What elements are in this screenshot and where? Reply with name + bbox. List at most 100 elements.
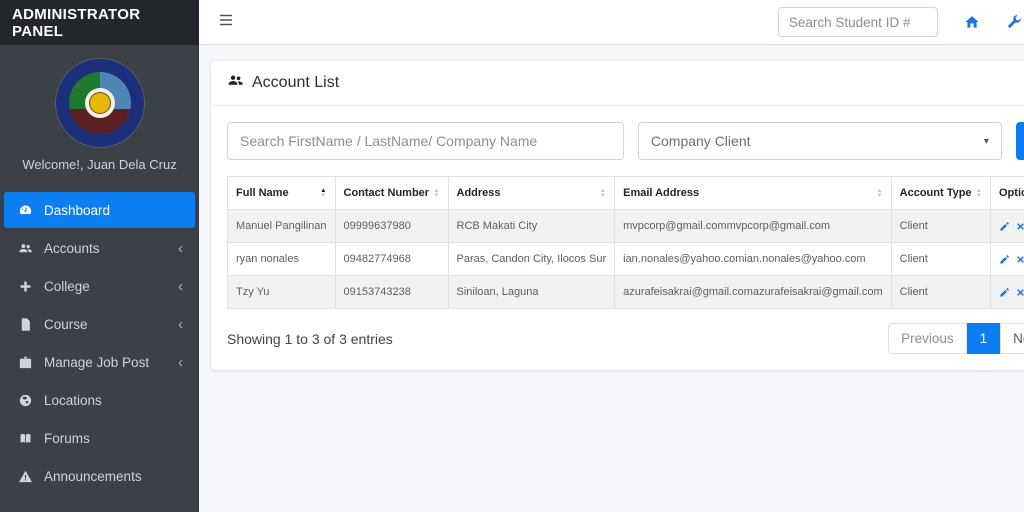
edit-pencil-icon[interactable]: [999, 254, 1010, 265]
chevron-left-icon: ‹: [178, 239, 183, 257]
delete-x-icon[interactable]: [1015, 221, 1024, 232]
sidebar-item-label: Forums: [44, 430, 90, 446]
home-icon[interactable]: [964, 14, 980, 30]
filter-row: Company Client ▾: [211, 106, 1024, 176]
sidebar-item-forums[interactable]: Forums: [4, 420, 195, 456]
brand-title: ADMINISTRATOR PANEL: [0, 0, 199, 45]
cell-account-type: Client: [890, 209, 992, 243]
briefcase-icon: [14, 355, 36, 370]
cell-address: RCB Makati City: [447, 209, 616, 243]
column-header-address[interactable]: Address ▲ ▼: [447, 176, 616, 210]
sidebar-item-locations[interactable]: Locations: [4, 382, 195, 418]
cell-email: ian.nonales@yahoo.comian.nonales@yahoo.c…: [614, 242, 892, 276]
table-row: Manuel Pangilinan 09999637980 RCB Makati…: [227, 209, 1024, 243]
table-row: Tzy Yu 09153743238 Siniloan, Laguna azur…: [227, 275, 1024, 309]
topbar-right: [777, 7, 1024, 37]
seal-inner: [68, 72, 131, 134]
cell-email: azurafeisakrai@gmail.comazurafeisakrai@g…: [614, 275, 892, 309]
sidebar-item-announcements[interactable]: Announcements: [4, 458, 195, 494]
sort-icon: ▲ ▼: [433, 187, 440, 199]
seal-core: [88, 92, 111, 114]
seal-center-ring: [84, 88, 115, 118]
users-icon: [14, 241, 36, 256]
sort-icon: ▲ ▼: [599, 187, 607, 199]
sidebar-item-label: Locations: [44, 392, 102, 408]
column-header-full-name[interactable]: Full Name ▲ ▼: [227, 176, 336, 210]
cell-address: Paras, Candon City, Ilocos Sur: [447, 242, 616, 276]
edit-pencil-icon[interactable]: [999, 287, 1010, 298]
accounts-table-wrap: Full Name ▲ ▼ Contact Number ▲ ▼ Address ▲ ▼ E…: [211, 176, 1024, 309]
chevron-left-icon: ‹: [178, 277, 183, 295]
delete-x-icon[interactable]: [1015, 254, 1024, 265]
topbar: [199, 0, 1024, 45]
sidebar-item-label: Manage Job Post: [44, 354, 150, 370]
file-icon: [14, 317, 36, 332]
university-seal-logo: [55, 59, 144, 147]
delete-x-icon[interactable]: [1015, 287, 1024, 298]
pagination: Previous 1 Next: [888, 323, 1024, 354]
sidebar-item-course[interactable]: Course ‹: [4, 306, 195, 342]
pagination-previous-button[interactable]: Previous: [888, 323, 967, 354]
table-row: ryan nonales 09482774968 Paras, Candon C…: [227, 242, 1024, 276]
sidebar-item-label: Dashboard: [44, 202, 111, 218]
search-button[interactable]: [1015, 122, 1024, 160]
card-header: Account List: [211, 61, 1024, 106]
tachometer-icon: [14, 203, 36, 218]
cell-full-name: Tzy Yu: [227, 275, 336, 309]
table-header-row: Full Name ▲ ▼ Contact Number ▲ ▼ Address ▲ ▼ E…: [227, 176, 1024, 210]
sidebar-item-label: Accounts: [44, 240, 100, 256]
card-footer: Showing 1 to 3 of 3 entries Previous 1 N…: [211, 309, 1024, 370]
column-header-account-type[interactable]: Account Type ▲ ▼: [890, 176, 992, 210]
account-type-select[interactable]: Company Client ▾: [637, 122, 1002, 160]
content: Account List Company Client ▾ Full Name▲…: [199, 45, 1024, 512]
cell-contact: 09999637980: [334, 209, 449, 243]
cell-address: Siniloan, Laguna: [447, 275, 616, 309]
chevron-down-icon: ▾: [983, 135, 989, 147]
accounts-table: Full Name ▲ ▼ Contact Number ▲ ▼ Address ▲ ▼ E…: [227, 176, 1024, 309]
cell-contact: 09153743238: [334, 275, 449, 309]
sidebar-item-college[interactable]: College ‹: [4, 268, 195, 304]
cell-account-type: Client: [890, 242, 992, 276]
sidebar-item-manage-job-post[interactable]: Manage Job Post ‹: [4, 344, 195, 380]
main-area: Account List Company Client ▾ Full Name▲…: [199, 0, 1024, 512]
globe-icon: [14, 393, 36, 408]
cell-contact: 09482774968: [334, 242, 449, 276]
cell-option: [990, 275, 1024, 309]
warning-icon: [14, 469, 36, 484]
student-id-search-input[interactable]: [777, 7, 938, 37]
pagination-page-1-button[interactable]: 1: [966, 323, 1001, 354]
cell-full-name: Manuel Pangilinan: [227, 209, 336, 243]
sidebar-item-label: Announcements: [44, 468, 142, 484]
sidebar-item-label: College: [44, 278, 90, 294]
sidebar-item-label: Course: [44, 316, 88, 332]
chevron-left-icon: ‹: [178, 315, 183, 333]
users-icon: [227, 72, 244, 94]
hamburger-menu-icon[interactable]: [217, 11, 235, 34]
account-list-card: Account List Company Client ▾ Full Name▲…: [211, 61, 1024, 370]
pagination-next-button[interactable]: Next: [1000, 323, 1024, 354]
edit-pencil-icon[interactable]: [999, 221, 1010, 232]
user-profile: Welcome!, Juan Dela Cruz: [0, 45, 199, 178]
account-search-input[interactable]: [227, 122, 624, 160]
sidebar-item-dashboard[interactable]: Dashboard: [4, 192, 195, 228]
account-type-selected-value: Company Client: [650, 133, 751, 149]
book-icon: [14, 431, 36, 446]
cell-email: mvpcorp@gmail.commvpcorp@gmail.com: [614, 209, 892, 243]
page-title: Account List: [252, 74, 340, 91]
wrench-icon[interactable]: [1006, 14, 1022, 30]
column-header-option[interactable]: Option▲▼: [990, 176, 1024, 210]
cell-option: [990, 242, 1024, 276]
welcome-text: Welcome!, Juan Dela Cruz: [22, 157, 177, 172]
sidebar-item-accounts[interactable]: Accounts ‹: [4, 230, 195, 266]
cell-full-name: ryan nonales: [227, 242, 336, 276]
cell-account-type: Client: [890, 275, 992, 309]
sidebar-nav: Dashboard Accounts ‹ College ‹ Course ‹: [0, 192, 199, 494]
column-header-email-address[interactable]: Email Address ▲ ▼: [614, 176, 892, 210]
sort-icon: ▲ ▼: [876, 187, 883, 199]
plus-icon: [14, 279, 36, 294]
chevron-left-icon: ‹: [178, 353, 183, 371]
column-header-contact-number[interactable]: Contact Number ▲ ▼: [334, 176, 449, 210]
sort-icon: ▲ ▼: [975, 187, 982, 199]
sort-icon: ▲ ▼: [320, 187, 327, 199]
sidebar: ADMINISTRATOR PANEL Welcome!, Juan Dela …: [0, 0, 199, 512]
